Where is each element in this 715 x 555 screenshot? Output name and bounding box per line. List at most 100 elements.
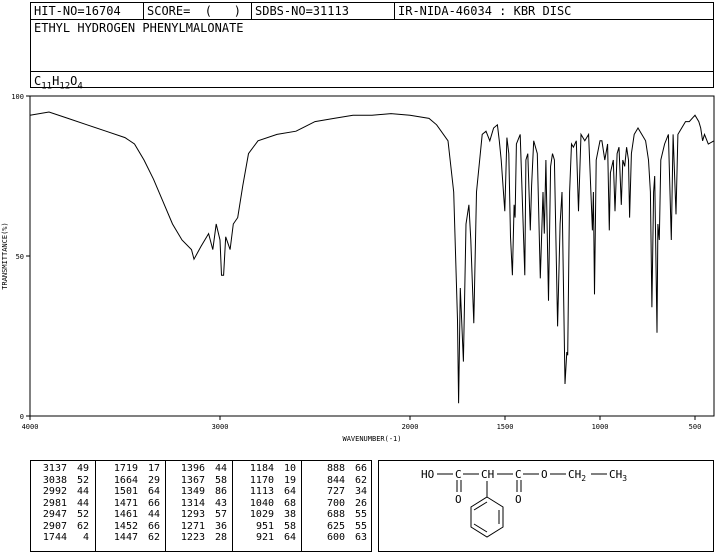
x-tick-label: 1000 [592, 423, 609, 431]
peak-row: 951 58 [233, 521, 302, 533]
peak-wavenumber: 1452 [113, 520, 138, 532]
peak-row: 1447 62 [96, 532, 166, 544]
peak-wavenumber: 1349 [180, 486, 205, 497]
ring-double-bond [473, 501, 488, 511]
peak-transmittance: 34 [354, 486, 367, 497]
peak-column-4: 1184 10 1170 19 1113 64 1040 68 1029 38 951 58 921 64 [232, 461, 302, 551]
peak-transmittance: 64 [283, 486, 296, 497]
peak-row: 1719 17 [96, 463, 166, 475]
peak-transmittance: 44 [76, 486, 89, 497]
ester-oxygen-label: O [541, 468, 548, 481]
peak-wavenumber: 1314 [180, 497, 205, 509]
carbonyl-oxygen-1: O [455, 493, 462, 506]
x-axis-label: WAVENUMBER(-1) [342, 435, 401, 443]
spectrum-line [29, 111, 715, 404]
peak-transmittance: 17 [147, 463, 160, 474]
peak-transmittance: 55 [354, 520, 367, 532]
plot-frame [29, 95, 715, 417]
ir-identifier: IR-NIDA-46034 : KBR DISC [394, 3, 715, 19]
peak-column-2: 1719 17 1664 29 1501 64 1471 66 1461 44 1452 66 1447… [95, 461, 166, 551]
peak-wavenumber: 1029 [249, 509, 274, 520]
x-tick-label: 2000 [402, 423, 419, 431]
peak-row: 1367 58 [166, 475, 233, 487]
peak-row: 844 62 [302, 475, 373, 487]
peak-wavenumber: 1367 [180, 474, 205, 486]
peak-transmittance: 49 [76, 463, 89, 474]
peak-row: 2981 44 [31, 498, 95, 510]
peak-transmittance: 57 [214, 509, 227, 520]
peak-wavenumber: 2992 [42, 486, 67, 497]
peak-wavenumber: 1271 [180, 520, 205, 532]
peak-wavenumber: 1293 [180, 509, 205, 520]
score: SCORE= ( ) [143, 3, 251, 19]
peak-wavenumber: 688 [326, 509, 345, 520]
peak-wavenumber: 1170 [249, 474, 274, 486]
peak-transmittance: 66 [147, 520, 160, 532]
peak-row: 1452 66 [96, 521, 166, 533]
y-tick-label: 0 [20, 413, 24, 421]
peak-transmittance: 19 [283, 474, 296, 486]
peak-row: 1040 68 [233, 498, 302, 510]
x-tick-label: 3000 [212, 423, 229, 431]
peak-column-5: 888 66 844 62 727 34 700 26 688 55 625 55 600 63 [301, 461, 373, 551]
peak-transmittance: 52 [76, 509, 89, 520]
peak-transmittance: 68 [283, 497, 296, 509]
methylene-label: CH2 [568, 468, 586, 483]
spectrum-header: HIT-NO=16704 SCORE= ( ) SDBS-NO=31113 IR… [30, 2, 714, 91]
structure-box: HO C CH C O CH2 CH3 O O [378, 460, 714, 552]
formula-row: C11H12O4 [31, 71, 713, 91]
peak-wavenumber: 1396 [180, 463, 205, 474]
peak-wavenumber: 888 [326, 463, 345, 474]
x-tick-label: 4000 [22, 423, 39, 431]
peak-wavenumber: 1113 [249, 486, 274, 497]
peak-row: 921 64 [233, 532, 302, 544]
peak-wavenumber: 2981 [42, 497, 67, 509]
peak-transmittance: 62 [147, 532, 160, 543]
peak-wavenumber: 1471 [113, 497, 138, 509]
peak-transmittance: 36 [214, 520, 227, 532]
peak-row: 727 34 [302, 486, 373, 498]
peak-transmittance: 62 [76, 520, 89, 532]
peak-transmittance: 26 [354, 497, 367, 509]
header-id-row: HIT-NO=16704 SCORE= ( ) SDBS-NO=31113 IR… [31, 3, 713, 20]
peak-wavenumber: 1719 [113, 463, 138, 474]
peak-wavenumber: 1744 [42, 532, 67, 543]
peak-wavenumber: 2907 [42, 520, 67, 532]
x-axis-ticks: 4000 3000 2000 1500 1000 500 [22, 416, 701, 431]
peak-wavenumber: 951 [255, 520, 274, 532]
peak-wavenumber: 1664 [113, 474, 138, 486]
y-tick-label: 100 [11, 93, 24, 101]
peak-wavenumber: 1461 [113, 509, 138, 520]
y-axis-label: TRANSMITTANCE(%) [1, 222, 9, 289]
peak-row: 888 66 [302, 463, 373, 475]
peak-transmittance: 55 [354, 509, 367, 520]
peak-row: 700 26 [302, 498, 373, 510]
peak-transmittance: 29 [147, 474, 160, 486]
peak-row: 1029 38 [233, 509, 302, 521]
peak-transmittance: 38 [283, 509, 296, 520]
peak-transmittance: 58 [283, 520, 296, 532]
peak-wavenumber: 1184 [249, 463, 274, 474]
peak-transmittance: 44 [147, 509, 160, 520]
peak-transmittance: 62 [354, 474, 367, 486]
peak-transmittance: 64 [147, 486, 160, 497]
peak-table: 3137 49 3038 52 2992 44 2981 44 2947 52 2907 62 1744… [30, 460, 372, 552]
peak-transmittance: 28 [214, 532, 227, 543]
methyl-label: CH3 [609, 468, 627, 483]
hit-number: HIT-NO=16704 [34, 4, 121, 18]
peak-row: 1184 10 [233, 463, 302, 475]
methine-label: CH [481, 468, 494, 481]
x-tick-label: 1500 [497, 423, 514, 431]
peak-row: 3137 49 [31, 463, 95, 475]
peak-wavenumber: 1040 [249, 497, 274, 509]
carbonyl-carbon-1: C [455, 468, 462, 481]
peak-row: 1113 64 [233, 486, 302, 498]
peak-row: 2907 62 [31, 521, 95, 533]
peak-row: 1223 28 [166, 532, 233, 544]
peak-transmittance: 44 [214, 463, 227, 474]
hydroxyl-label: HO [421, 468, 434, 481]
peak-transmittance: 66 [354, 463, 367, 474]
peak-row: 1271 36 [166, 521, 233, 533]
peak-transmittance: 43 [214, 497, 227, 509]
peak-transmittance: 86 [214, 486, 227, 497]
